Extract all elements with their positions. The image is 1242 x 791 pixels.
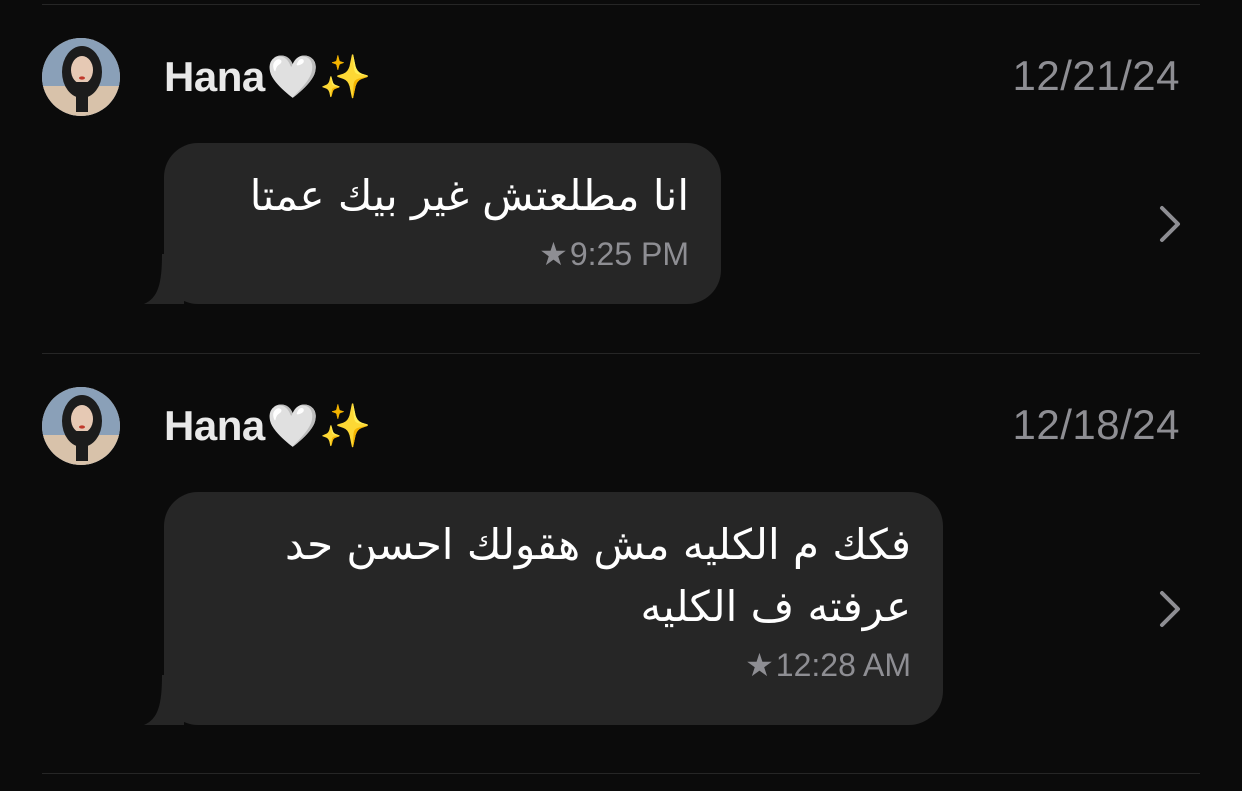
starred-message-item[interactable]: Hana 🤍✨ 12/21/24 انا مطلعتش غير بيك عمتا…	[0, 0, 1242, 350]
chevron-right-icon[interactable]	[1158, 204, 1182, 244]
message-meta: ★9:25 PM	[196, 235, 689, 273]
message-bubble[interactable]: انا مطلعتش غير بيك عمتا ★9:25 PM	[144, 143, 721, 304]
message-meta: ★12:28 AM	[196, 646, 911, 684]
sender-name-text: Hana	[164, 53, 265, 100]
sender-emoji: 🤍✨	[266, 401, 372, 449]
sender-name-text: Hana	[164, 402, 265, 449]
bubble-tail	[144, 254, 184, 304]
message-text: انا مطلعتش غير بيك عمتا	[249, 171, 689, 220]
starred-message-item[interactable]: Hana 🤍✨ 12/18/24 فكك م الكليه مش هقولك ا…	[0, 349, 1242, 725]
chevron-right-icon[interactable]	[1158, 589, 1182, 629]
message-date: 12/21/24	[1012, 52, 1180, 99]
message-bubble[interactable]: فكك م الكليه مش هقولك احسن حد عرفته ف ال…	[144, 492, 943, 725]
message-date: 12/18/24	[1012, 401, 1180, 448]
message-text: فكك م الكليه مش هقولك احسن حد عرفته ف ال…	[285, 520, 911, 631]
avatar[interactable]	[42, 387, 120, 465]
message-time: 12:28 AM	[775, 647, 911, 683]
avatar[interactable]	[42, 38, 120, 116]
star-icon: ★	[539, 236, 568, 272]
sender-name: Hana 🤍✨	[164, 51, 371, 103]
sender-emoji: 🤍✨	[266, 52, 372, 100]
divider-bottom	[42, 773, 1200, 774]
star-icon: ★	[745, 647, 774, 683]
message-time: 9:25 PM	[569, 236, 689, 272]
sender-name: Hana 🤍✨	[164, 400, 371, 452]
bubble-tail	[144, 675, 184, 725]
